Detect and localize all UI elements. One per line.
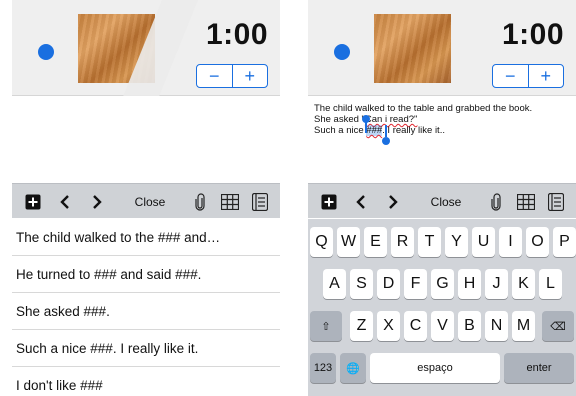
left-screen: 1:00 − + Close The child walked to the #… [12, 0, 280, 396]
key-m[interactable]: M [512, 311, 535, 341]
grid-icon[interactable] [220, 184, 240, 219]
timer-stepper: − + [492, 64, 564, 88]
key-b[interactable]: B [458, 311, 481, 341]
key-y[interactable]: Y [445, 227, 468, 257]
chevron-left-icon[interactable] [56, 184, 74, 219]
shift-key[interactable]: ⇧ [310, 311, 342, 341]
key-k[interactable]: K [512, 269, 535, 299]
list-item[interactable]: The child walked to the ### and… [12, 219, 280, 256]
list-item[interactable]: She asked ###. [12, 293, 280, 330]
editor-content[interactable]: The child walked to the table and grabbe… [314, 103, 532, 136]
key-d[interactable]: D [377, 269, 400, 299]
increment-button[interactable]: + [527, 65, 564, 87]
key-o[interactable]: O [526, 227, 549, 257]
top-bar: 1:00 − + [12, 0, 280, 96]
timer-display: 1:00 [501, 18, 564, 51]
record-dot-icon[interactable] [334, 44, 350, 60]
backspace-key[interactable]: ⌫ [542, 311, 574, 341]
enter-key[interactable]: enter [504, 353, 574, 383]
timer-display: 1:00 [205, 18, 268, 51]
increment-button[interactable]: + [231, 65, 268, 87]
decrement-button[interactable]: − [493, 65, 528, 87]
key-n[interactable]: N [485, 311, 508, 341]
chevron-right-icon[interactable] [88, 184, 106, 219]
list-icon[interactable] [546, 184, 566, 219]
list-item[interactable]: He turned to ### and said ###. [12, 256, 280, 293]
key-s[interactable]: S [350, 269, 373, 299]
key-r[interactable]: R [391, 227, 414, 257]
globe-icon[interactable]: 🌐 [340, 353, 366, 383]
chevron-right-icon[interactable] [384, 184, 402, 219]
right-screen: 1:00 − + The child walked to the table a… [308, 0, 576, 396]
selection-end-handle[interactable] [382, 137, 390, 145]
text-editor[interactable]: The child walked to the table and grabbe… [308, 97, 576, 183]
key-a[interactable]: A [323, 269, 346, 299]
decrement-button[interactable]: − [197, 65, 232, 87]
editor-line-text: Such a nice [314, 125, 367, 136]
key-l[interactable]: L [539, 269, 562, 299]
list-item[interactable]: I don't like ### [12, 367, 280, 396]
key-i[interactable]: I [499, 227, 522, 257]
editor-toolbar: Close [12, 183, 280, 218]
editor-line-text: . I really like it.. [382, 125, 445, 136]
key-q[interactable]: Q [310, 227, 333, 257]
key-p[interactable]: P [553, 227, 576, 257]
grid-icon[interactable] [516, 184, 536, 219]
editor-line: She asked "Can i read?" [314, 114, 532, 125]
key-c[interactable]: C [404, 311, 427, 341]
record-dot-icon[interactable] [38, 44, 54, 60]
editor-toolbar: Close [308, 183, 576, 218]
selected-text[interactable]: ### [366, 125, 383, 136]
paperclip-icon[interactable] [488, 184, 504, 219]
key-t[interactable]: T [418, 227, 441, 257]
key-w[interactable]: W [337, 227, 360, 257]
list-icon[interactable] [250, 184, 270, 219]
key-x[interactable]: X [377, 311, 400, 341]
add-icon[interactable] [24, 184, 42, 219]
key-e[interactable]: E [364, 227, 387, 257]
editor-line: The child walked to the table and grabbe… [314, 103, 532, 114]
list-item[interactable]: Such a nice ###. I really like it. [12, 330, 280, 367]
text-editor-empty[interactable] [12, 97, 280, 183]
add-icon[interactable] [320, 184, 338, 219]
numbers-key[interactable]: 123 [310, 353, 336, 383]
on-screen-keyboard: Q W E R T Y U I O P A S D F G H J K L ⇧ Z X C V B N M ⌫ 123 🌐 espaço en… [308, 219, 576, 396]
editor-line-text: She asked " [314, 114, 365, 125]
key-h[interactable]: H [458, 269, 481, 299]
chevron-left-icon[interactable] [352, 184, 370, 219]
key-v[interactable]: V [431, 311, 454, 341]
key-f[interactable]: F [404, 269, 427, 299]
close-button[interactable]: Close [128, 184, 172, 219]
editor-line: Such a nice ###. I really like it.. [314, 125, 532, 136]
editor-line-text: The child walked to the table and grabbe… [314, 103, 533, 114]
top-bar: 1:00 − + [308, 0, 576, 96]
sentence-list: The child walked to the ### and… He turn… [12, 219, 280, 396]
key-z[interactable]: Z [350, 311, 373, 341]
selection-end-bar [385, 125, 387, 137]
close-button[interactable]: Close [424, 184, 468, 219]
key-u[interactable]: U [472, 227, 495, 257]
photo-thumbnail[interactable] [374, 14, 451, 83]
space-bar[interactable]: espaço [370, 353, 500, 383]
key-g[interactable]: G [431, 269, 454, 299]
selection-start-bar [365, 121, 367, 133]
key-j[interactable]: J [485, 269, 508, 299]
paperclip-icon[interactable] [192, 184, 208, 219]
misspelled-text: Can i read?" [364, 114, 418, 125]
timer-stepper: − + [196, 64, 268, 88]
